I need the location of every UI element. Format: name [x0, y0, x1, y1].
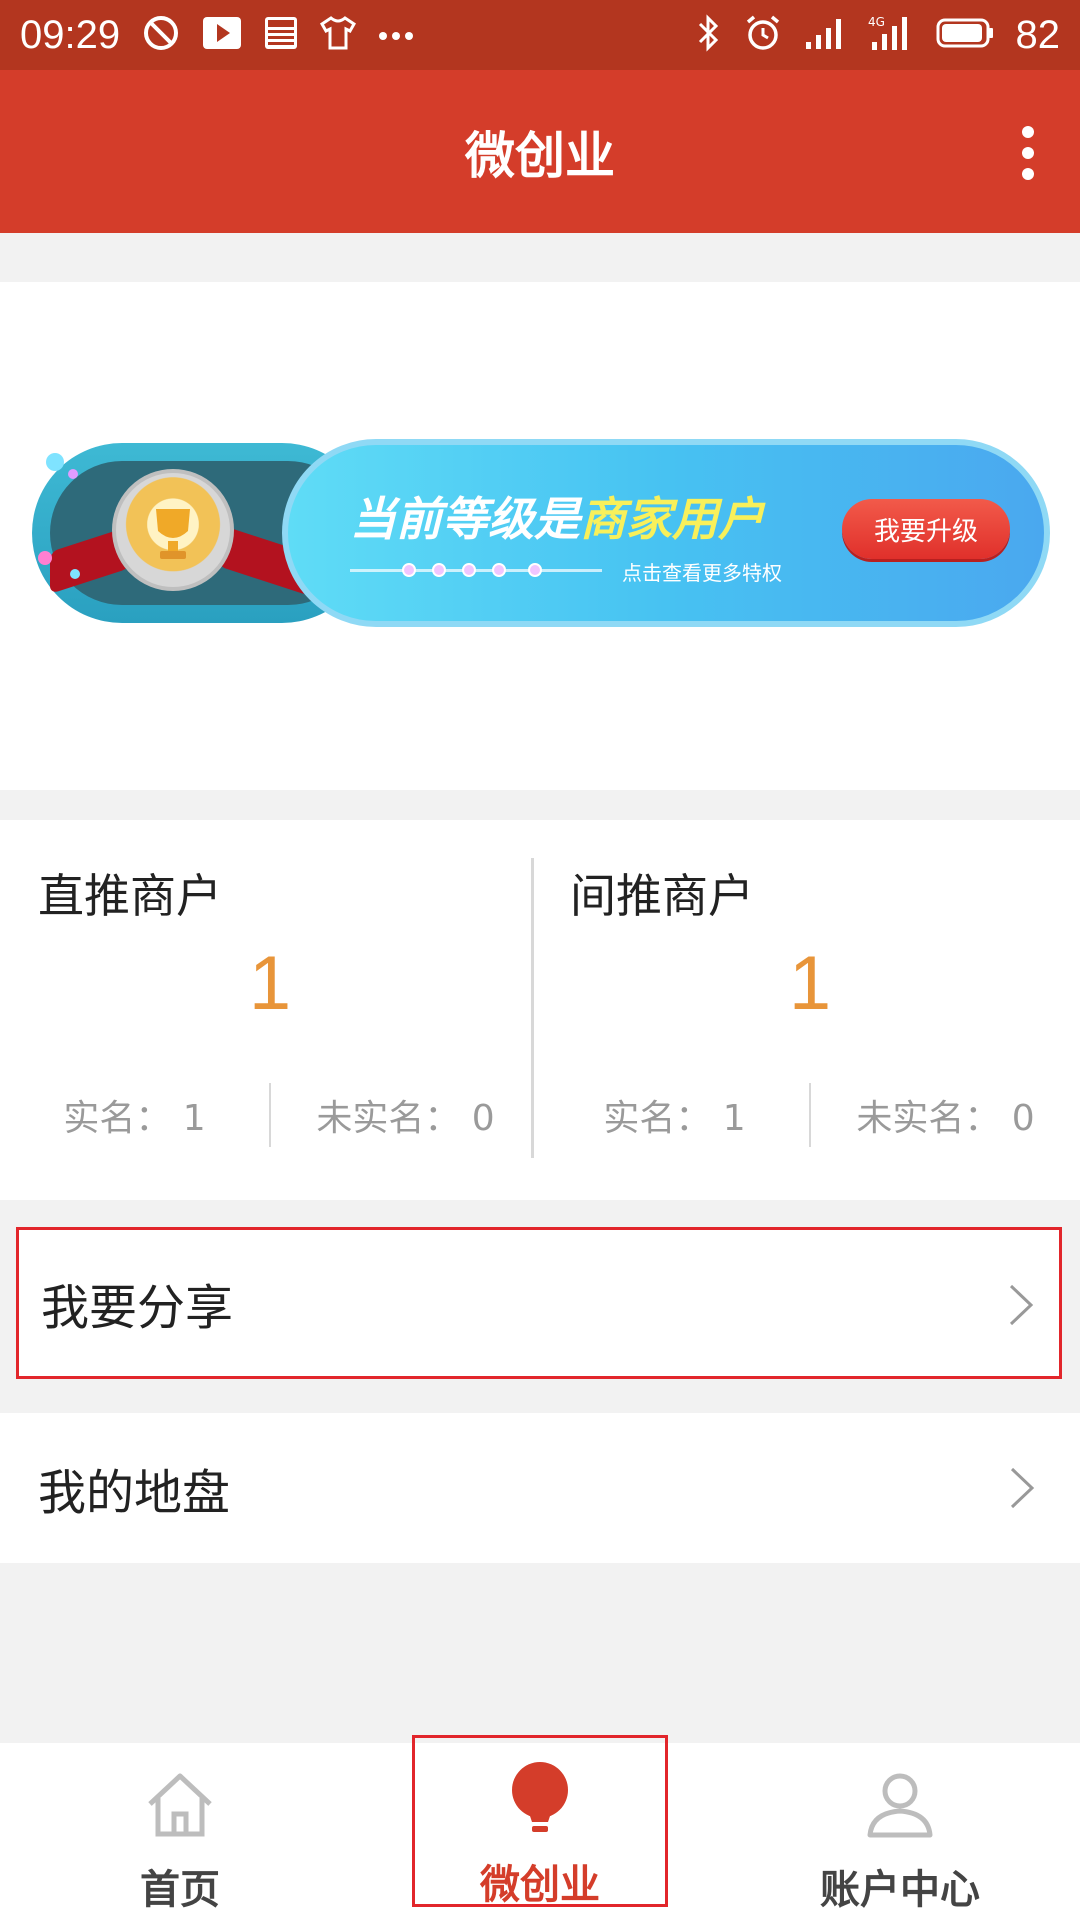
- level-headline: 当前等级是商家用户: [350, 483, 764, 549]
- decor-line: [350, 569, 602, 572]
- app-bar: 微创业: [0, 70, 1080, 233]
- level-banner[interactable]: 当前等级是商家用户 点击查看更多特权 我要升级: [32, 439, 1050, 627]
- indirect-merchants-count: 1: [788, 941, 832, 1026]
- merchant-stats-card: 直推商户 1 实名： 1 未实名： 0 间推商户 1 实名： 1 未实名： 0: [0, 820, 1080, 1200]
- do-not-disturb-icon: [142, 14, 180, 56]
- decor-dot: [462, 563, 476, 577]
- page-title: 微创业: [465, 126, 615, 185]
- battery-icon: [936, 18, 994, 52]
- more-menu-icon[interactable]: [1018, 126, 1038, 180]
- lightbulb-icon: [508, 1760, 572, 1840]
- shirt-icon: [320, 16, 357, 54]
- share-label: 我要分享: [41, 1280, 234, 1336]
- news-icon: [264, 16, 298, 54]
- sparkle-decoration: [46, 453, 64, 471]
- svg-text:4G: 4G: [868, 15, 885, 29]
- level-prefix: 当前等级是: [350, 492, 580, 546]
- direct-verified: 实名： 1: [63, 1098, 206, 1139]
- chevron-right-icon: [997, 1282, 1043, 1328]
- territory-row[interactable]: 我的地盘: [0, 1413, 1080, 1563]
- indirect-merchants-label: 间推商户: [570, 869, 754, 923]
- more-notifications-icon: [378, 26, 414, 45]
- sparkle-decoration: [38, 551, 52, 565]
- status-bar: 09:29 4G 82: [0, 0, 1080, 70]
- home-icon: [144, 1765, 216, 1845]
- nav-micro-business-label: 微创业: [480, 1862, 600, 1908]
- indirect-unverified: 未实名： 0: [856, 1098, 1035, 1139]
- bluetooth-icon: [694, 14, 722, 56]
- decor-dot: [402, 563, 416, 577]
- territory-label: 我的地盘: [38, 1465, 231, 1521]
- indirect-verified: 实名： 1: [603, 1098, 746, 1139]
- direct-unverified: 未实名： 0: [316, 1098, 495, 1139]
- banner-subtitle: 点击查看更多特权: [622, 561, 782, 585]
- nav-home[interactable]: 首页: [0, 1743, 360, 1920]
- signal-4g-icon: 4G: [868, 14, 914, 56]
- signal-icon: [804, 16, 846, 54]
- indirect-merchants[interactable]: 间推商户 1 实名： 1 未实名： 0: [540, 820, 1080, 1200]
- upgrade-button[interactable]: 我要升级: [842, 499, 1010, 559]
- trophy-medal-icon: [112, 469, 234, 591]
- status-time: 09:29: [20, 12, 121, 57]
- share-row[interactable]: 我要分享: [16, 1227, 1062, 1379]
- nav-account[interactable]: 账户中心: [720, 1743, 1080, 1920]
- level-banner-card: 当前等级是商家用户 点击查看更多特权 我要升级: [0, 282, 1080, 790]
- alarm-icon: [744, 14, 782, 56]
- chevron-right-icon: [998, 1465, 1044, 1511]
- user-icon: [864, 1765, 936, 1845]
- decor-dot: [528, 563, 542, 577]
- video-play-icon: [202, 16, 242, 54]
- nav-home-label: 首页: [140, 1867, 220, 1913]
- column-divider: [531, 858, 534, 1158]
- decor-dot: [432, 563, 446, 577]
- nav-account-label: 账户中心: [820, 1867, 980, 1913]
- sparkle-decoration: [70, 569, 80, 579]
- sparkle-decoration: [68, 469, 78, 479]
- bottom-nav: 首页 微创业 账户中心: [0, 1735, 1080, 1920]
- level-name: 商家用户: [580, 492, 764, 546]
- direct-merchants-label: 直推商户: [38, 869, 222, 923]
- direct-merchants[interactable]: 直推商户 1 实名： 1 未实名： 0: [0, 820, 540, 1200]
- decor-dot: [492, 563, 506, 577]
- battery-level: 82: [1015, 12, 1061, 57]
- direct-merchants-count: 1: [248, 941, 292, 1026]
- nav-micro-business[interactable]: 微创业: [412, 1735, 668, 1908]
